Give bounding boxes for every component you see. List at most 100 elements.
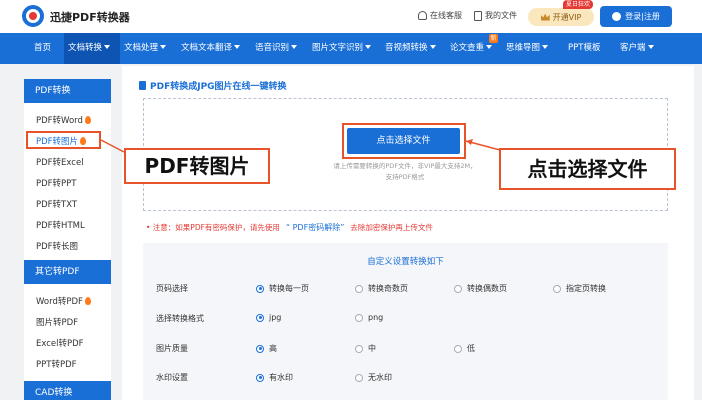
option-label: 高 (269, 344, 277, 353)
hot-flame-icon (84, 297, 91, 305)
sidebar-item-word-to-pdf[interactable]: Word转PDF (36, 295, 91, 307)
sidebar-item-label: 图片转PDF (36, 318, 79, 328)
sidebar: PDF转换 PDF转Word PDF转图片 PDF转Excel PDF转PPT … (24, 79, 111, 400)
nav-client[interactable]: 客户端 (620, 33, 654, 64)
radio-icon (454, 284, 462, 293)
nav-ocr[interactable]: 图片文字识别 (312, 33, 372, 64)
chevron-down-icon (291, 45, 298, 49)
sidebar-item-pdf-to-word[interactable]: PDF转Word (36, 114, 91, 126)
nav-ppt-templates-label: PPT模板 (568, 43, 601, 53)
callout-pdf-to-image: PDF转图片 (124, 148, 270, 184)
radio-selected-icon (256, 373, 264, 382)
sidebar-group-pdf-convert[interactable]: PDF转换 (24, 79, 111, 103)
option-quality-medium[interactable]: 中 (355, 343, 376, 354)
option-no-watermark[interactable]: 无水印 (355, 372, 392, 383)
chevron-down-icon (160, 45, 167, 49)
top-bar: 迅捷PDF转换器 在线客服 我的文件 开通VIP 夏日狂欢 登录|注册 (0, 0, 702, 33)
customer-service-link[interactable]: 在线客服 (418, 10, 462, 21)
radio-icon (553, 284, 561, 293)
chevron-down-icon (429, 45, 436, 49)
sidebar-item-label: Excel转PDF (36, 339, 84, 349)
option-convert-even-pages[interactable]: 转换偶数页 (454, 283, 507, 294)
chevron-down-icon (234, 45, 241, 49)
sidebar-item-pdf-to-html[interactable]: PDF转HTML (36, 219, 85, 231)
option-format-jpg[interactable]: jpg (256, 313, 281, 322)
option-label: 转换每一页 (269, 284, 309, 293)
nav-ocr-label: 图片文字识别 (312, 43, 364, 53)
option-convert-every-page[interactable]: 转换每一页 (256, 283, 309, 294)
radio-icon (454, 344, 462, 353)
sidebar-item-label: PDF转Excel (36, 158, 84, 168)
section-title: PDF转换成JPG图片在线一键转换 (139, 79, 287, 92)
notice-prefix: • 注意：如果PDF有密码保护，请先使用 (146, 223, 280, 232)
nav-home[interactable]: 首页 (24, 33, 64, 64)
chevron-down-icon (365, 45, 372, 49)
radio-selected-icon (256, 344, 264, 353)
option-format-png[interactable]: png (355, 313, 383, 322)
hot-flame-icon (84, 116, 91, 124)
option-with-watermark[interactable]: 有水印 (256, 372, 293, 383)
radio-icon (355, 373, 363, 382)
option-convert-specified-pages[interactable]: 指定页转换 (553, 283, 606, 294)
nav-translate-label: 文档文本翻译 (181, 43, 233, 53)
radio-icon (355, 344, 363, 353)
callout-select-file: 点击选择文件 (499, 148, 676, 190)
nav-doc-convert-label: 文档转换 (68, 43, 103, 53)
option-quality-low[interactable]: 低 (454, 343, 475, 354)
option-quality-high[interactable]: 高 (256, 343, 277, 354)
my-files-link[interactable]: 我的文件 (474, 10, 517, 21)
vip-promo-badge: 夏日狂欢 (563, 0, 594, 9)
quality-label: 图片质量 (156, 344, 188, 353)
page-selection-label: 页码选择 (156, 284, 188, 293)
sidebar-item-pdf-to-txt[interactable]: PDF转TXT (36, 198, 77, 210)
select-file-highlight-box (342, 123, 466, 159)
option-label: 转换奇数页 (368, 284, 408, 293)
nav-mindmap[interactable]: 思维导图 (506, 33, 549, 64)
nav-doc-convert[interactable]: 文档转换 (64, 33, 120, 64)
option-label: 指定页转换 (566, 284, 606, 293)
sidebar-group-other-to-pdf[interactable]: 其它转PDF (24, 260, 111, 284)
sidebar-group-cad-convert[interactable]: CAD转换 (24, 381, 111, 400)
notice-suffix: 去除加密保护再上传文件 (350, 223, 433, 232)
sidebar-item-excel-to-pdf[interactable]: Excel转PDF (36, 337, 84, 349)
sidebar-item-pdf-to-excel[interactable]: PDF转Excel (36, 156, 84, 168)
option-label: png (368, 313, 384, 322)
headset-icon (418, 11, 427, 20)
nav-ppt-templates[interactable]: PPT模板 (568, 33, 600, 64)
sidebar-item-label: PDF转PPT (36, 179, 77, 189)
sidebar-item-label: Word转PDF (36, 297, 83, 307)
radio-icon (355, 284, 363, 293)
password-notice: • 注意：如果PDF有密码保护，请先使用 “ PDF密码解除” 去除加密保护再上传文… (146, 222, 433, 233)
sidebar-item-ppt-to-pdf[interactable]: PPT转PDF (36, 358, 77, 370)
nav-translate[interactable]: 文档文本翻译 (181, 33, 241, 64)
nav-doc-process[interactable]: 文档处理 (124, 33, 167, 64)
sidebar-item-label: PDF转长图 (36, 242, 79, 252)
option-label: 转换偶数页 (467, 284, 507, 293)
main-nav: 首页 文档转换 文档处理 文档文本翻译 语音识别 图片文字识别 音视频转换 论文… (0, 33, 702, 64)
file-icon (139, 81, 146, 90)
app-name[interactable]: 迅捷PDF转换器 (50, 9, 130, 25)
nav-av-convert[interactable]: 音视频转换 (385, 33, 436, 64)
nav-speech[interactable]: 语音识别 (255, 33, 298, 64)
sidebar-item-label: PDF转Word (36, 116, 83, 126)
sidebar-item-pdf-to-ppt[interactable]: PDF转PPT (36, 177, 77, 189)
document-icon (474, 10, 482, 21)
settings-title: 自定义设置转换如下 (367, 257, 444, 267)
app-logo-icon[interactable] (22, 5, 44, 27)
nav-plagiarism-label: 论文查重 (450, 43, 485, 53)
sidebar-item-image-to-pdf[interactable]: 图片转PDF (36, 316, 78, 328)
nav-plagiarism[interactable]: 论文查重 (450, 33, 493, 64)
sidebar-item-pdf-to-long-image[interactable]: PDF转长图 (36, 240, 78, 252)
my-files-label: 我的文件 (485, 11, 517, 20)
option-convert-odd-pages[interactable]: 转换奇数页 (355, 283, 408, 294)
nav-av-convert-label: 音视频转换 (385, 43, 428, 53)
pdf-password-remove-link[interactable]: “ PDF密码解除” (286, 223, 344, 232)
option-label: jpg (269, 313, 282, 322)
open-vip-button[interactable]: 开通VIP (528, 8, 594, 26)
format-label: 选择转换格式 (156, 314, 204, 323)
option-label: 有水印 (269, 373, 293, 382)
sidebar-item-label: PDF转TXT (36, 200, 78, 210)
chevron-down-icon (104, 45, 111, 49)
watermark-label: 水印设置 (156, 373, 188, 382)
login-register-button[interactable]: 登录|注册 (600, 6, 672, 27)
